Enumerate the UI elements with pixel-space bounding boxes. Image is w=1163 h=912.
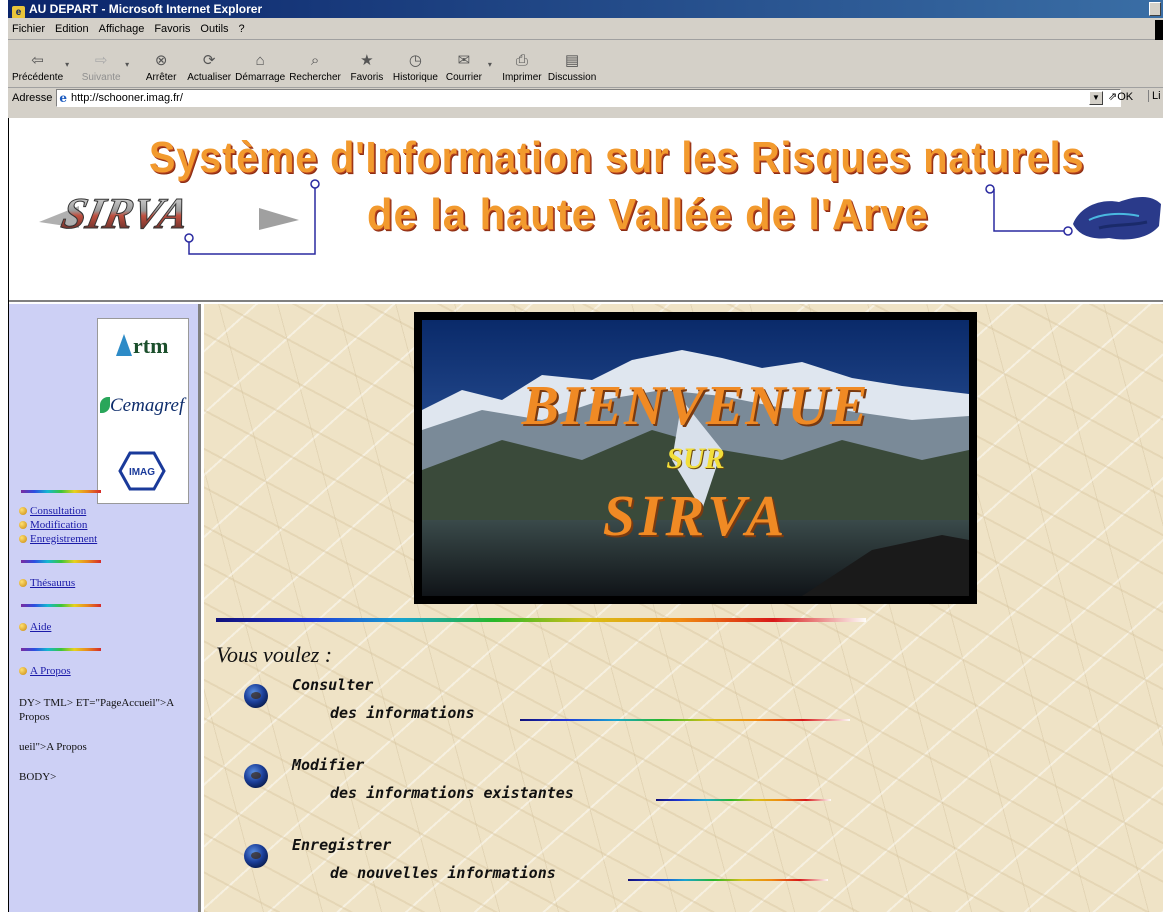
- stray-html-text: BODY>: [19, 771, 57, 783]
- rtm-logo: rtm: [116, 333, 168, 359]
- forward-dropdown-icon[interactable]: ▾: [125, 60, 129, 69]
- valley-map-icon: [1073, 197, 1161, 240]
- nav-link-aide[interactable]: Aide: [19, 621, 51, 633]
- menu-bar: Fichier Edition Affichage Favoris Outils…: [8, 18, 1163, 40]
- bullet-icon: [19, 507, 27, 515]
- rainbow-underline: [628, 879, 828, 881]
- address-bar: Adresse e http://schooner.imag.fr/ ▼ ⇗OK…: [8, 88, 1163, 108]
- links-button[interactable]: Li: [1148, 90, 1161, 102]
- forward-button[interactable]: ⇨ Suivante ▾: [79, 50, 129, 83]
- discussion-button[interactable]: ▤ Discussion: [548, 50, 596, 83]
- history-icon: ◷: [408, 52, 422, 69]
- bullet-icon: [19, 579, 27, 587]
- nav-link-apropos[interactable]: A Propos: [19, 665, 71, 677]
- discussion-icon: ▤: [565, 52, 580, 69]
- site-title-line2: de la haute Vallée de l'Arve: [367, 190, 929, 239]
- connector-line-left: [184, 179, 320, 255]
- refresh-icon: ⟳: [202, 52, 216, 69]
- nav-link-consultation[interactable]: Consultation: [19, 505, 86, 517]
- menu-affichage[interactable]: Affichage: [99, 23, 145, 35]
- history-button[interactable]: ◷ Historique: [393, 50, 438, 83]
- prompt-heading: Vous voulez :: [216, 642, 333, 667]
- address-label: Adresse: [12, 92, 53, 104]
- back-arrow-icon: ⇦: [31, 52, 44, 69]
- nav-link-enregistrement[interactable]: Enregistrement: [19, 533, 97, 545]
- welcome-line1: BIENVENUE: [521, 375, 870, 437]
- nav-separator: [21, 604, 101, 607]
- nav-link-thesaurus[interactable]: Thésaurus: [19, 577, 75, 589]
- forward-arrow-icon: ⇨: [94, 52, 108, 69]
- bullet-icon: [19, 623, 27, 631]
- cemagref-logo: Cemagref: [100, 395, 184, 417]
- browser-chrome: Fichier Edition Affichage Favoris Outils…: [8, 18, 1163, 118]
- stray-html-text: DY> TML> ET="PageAccueil">A Propos: [19, 697, 174, 723]
- bullet-icon: [19, 667, 27, 675]
- rainbow-underline: [520, 719, 850, 721]
- rtm-mountain-icon: [116, 334, 132, 356]
- mail-dropdown-icon[interactable]: ▾: [488, 60, 492, 69]
- back-dropdown-icon[interactable]: ▾: [65, 60, 69, 69]
- stop-button[interactable]: ⊗ Arrêter: [139, 50, 183, 83]
- welcome-line2: SUR: [666, 442, 725, 475]
- rainbow-underline: [656, 799, 831, 801]
- choice-enregistrer-action[interactable]: Enregistrer: [292, 836, 391, 854]
- stray-html-text: ueil">A Propos: [19, 741, 87, 753]
- menu-outils[interactable]: Outils: [200, 23, 228, 35]
- menu-favoris[interactable]: Favoris: [154, 23, 190, 35]
- search-icon: ⌕: [310, 51, 320, 69]
- welcome-line3: SIRVA: [602, 483, 789, 548]
- page-viewport: Système d'Information sur les Risques na…: [8, 118, 1163, 912]
- nav-separator: [21, 560, 101, 563]
- toolbar: ⇦ Précédente ▾ ⇨ Suivante ▾ ⊗ Arrêter ⟳ Actual…: [8, 40, 1163, 88]
- svg-text:IMAG: IMAG: [129, 467, 155, 478]
- nav-link-modification[interactable]: Modification: [19, 519, 87, 531]
- globe-icon[interactable]: [244, 764, 268, 788]
- nav-separator: [21, 648, 101, 651]
- favorites-button[interactable]: ★ Favoris: [345, 50, 389, 83]
- bullet-icon: [19, 535, 27, 543]
- choice-enregistrer-detail[interactable]: de nouvelles informations: [330, 864, 556, 882]
- window-title: AU DEPART - Microsoft Internet Explorer: [29, 2, 263, 16]
- go-arrow-icon: ⇗: [1108, 91, 1118, 103]
- refresh-button[interactable]: ⟳ Actualiser: [187, 50, 231, 83]
- window-title-bar: e AU DEPART - Microsoft Internet Explorer: [8, 0, 1163, 19]
- choice-modifier-detail[interactable]: des informations existantes: [330, 784, 574, 802]
- print-button[interactable]: ⎙ Imprimer: [500, 50, 544, 84]
- home-button[interactable]: ⌂ Démarrage: [235, 50, 285, 84]
- home-icon: ⌂: [255, 51, 265, 69]
- choice-modifier-action[interactable]: Modifier: [292, 756, 364, 774]
- address-url: http://schooner.imag.fr/: [71, 92, 183, 104]
- site-title-line1: Système d'Information sur les Risques na…: [149, 133, 1085, 182]
- print-icon: ⎙: [515, 51, 528, 69]
- favorites-icon: ★: [360, 52, 374, 69]
- left-navigation: rtm Cemagref IMAG Consultation Modificat…: [9, 304, 201, 912]
- choice-consulter-detail[interactable]: des informations: [330, 704, 475, 722]
- minimize-button[interactable]: [1149, 2, 1161, 16]
- imag-logo: IMAG: [118, 451, 166, 491]
- address-input[interactable]: e http://schooner.imag.fr/: [56, 89, 1122, 107]
- header-banner: Système d'Information sur les Risques na…: [9, 118, 1163, 302]
- back-button[interactable]: ⇦ Précédente ▾: [12, 50, 69, 83]
- page-icon: e: [59, 91, 67, 105]
- globe-icon[interactable]: [244, 684, 268, 708]
- menu-edition[interactable]: Edition: [55, 23, 89, 35]
- menu-bar-edge: [1155, 20, 1163, 40]
- welcome-banner: BIENVENUE SUR SIRVA: [414, 312, 977, 604]
- cemagref-leaf-icon: [100, 397, 110, 413]
- choice-consulter-action[interactable]: Consulter: [292, 676, 373, 694]
- menu-help[interactable]: ?: [239, 23, 245, 35]
- nav-separator: [21, 490, 101, 493]
- mail-icon: ✉: [457, 52, 471, 69]
- mail-button[interactable]: ✉ Courrier ▾: [442, 50, 492, 83]
- search-button[interactable]: ⌕ Rechercher: [289, 50, 341, 84]
- bullet-icon: [19, 521, 27, 529]
- main-content: BIENVENUE SUR SIRVA Vous voulez : Consul…: [204, 304, 1163, 912]
- address-dropdown-button[interactable]: ▼: [1089, 91, 1103, 105]
- go-button[interactable]: ⇗OK: [1108, 90, 1133, 103]
- rainbow-divider: [216, 618, 866, 622]
- globe-icon[interactable]: [244, 844, 268, 868]
- menu-fichier[interactable]: Fichier: [12, 23, 45, 35]
- stop-icon: ⊗: [154, 52, 168, 69]
- partner-logos: rtm Cemagref IMAG: [97, 318, 189, 504]
